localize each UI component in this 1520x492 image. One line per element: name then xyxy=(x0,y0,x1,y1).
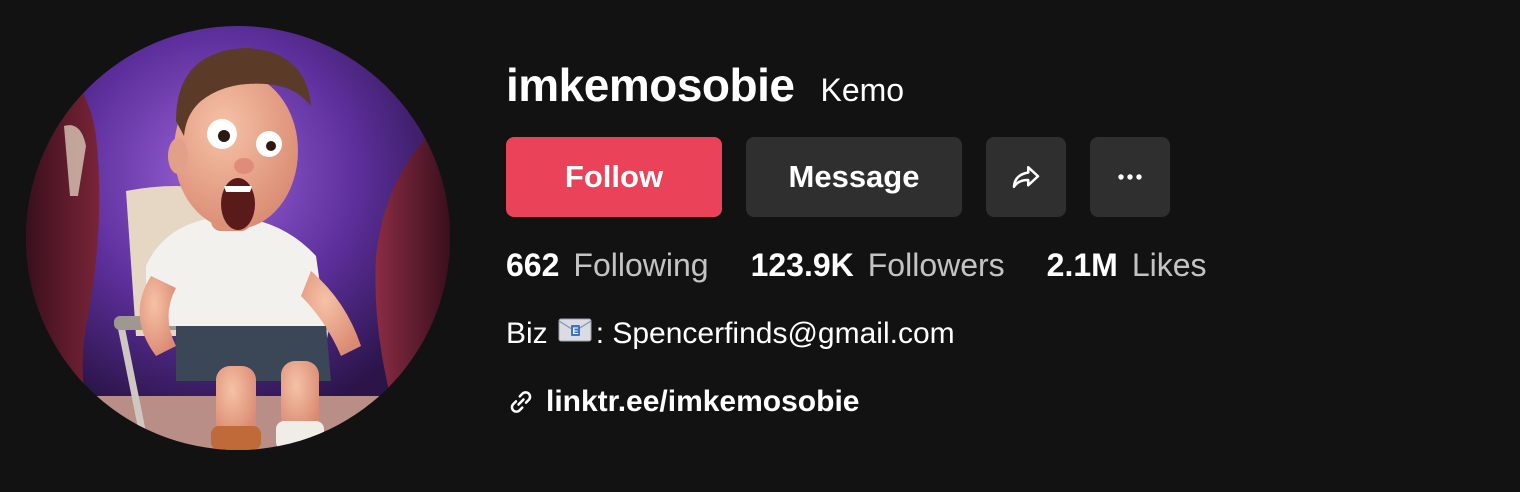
followers-stat[interactable]: 123.9K Followers xyxy=(751,247,1005,284)
following-stat[interactable]: 662 Following xyxy=(506,247,709,284)
username: imkemosobie xyxy=(506,59,795,111)
profile-link-text: linktr.ee/imkemosobie xyxy=(546,385,860,418)
bio: Biz E : Spencerfinds@gmail.com xyxy=(506,314,1249,354)
more-button[interactable] xyxy=(1090,137,1170,217)
followers-count: 123.9K xyxy=(750,247,854,283)
envelope-icon: E xyxy=(558,317,592,351)
likes-count: 2.1M xyxy=(1046,247,1118,283)
following-count: 662 xyxy=(506,247,560,283)
bio-text: : Spencerfinds@gmail.com xyxy=(595,317,955,350)
link-icon xyxy=(506,387,536,417)
svg-text:E: E xyxy=(572,326,578,336)
follow-button[interactable]: Follow xyxy=(506,137,722,217)
bio-prefix: Biz xyxy=(506,317,548,350)
nickname: Kemo xyxy=(820,72,905,108)
share-icon xyxy=(1012,165,1040,189)
name-row: imkemosobie Kemo xyxy=(506,58,1249,114)
followers-label: Followers xyxy=(867,247,1005,283)
likes-label: Likes xyxy=(1131,247,1207,283)
following-label: Following xyxy=(573,247,709,283)
profile-stats: 662 Following 123.9K Followers 2.1M Like… xyxy=(506,247,1249,284)
profile-avatar[interactable] xyxy=(26,26,450,450)
message-button[interactable]: Message xyxy=(746,137,962,217)
share-button[interactable] xyxy=(986,137,1066,217)
likes-stat: 2.1M Likes xyxy=(1047,247,1207,284)
cartoon-avatar-image xyxy=(26,26,450,450)
profile-link[interactable]: linktr.ee/imkemosobie xyxy=(506,382,1249,422)
more-icon xyxy=(1118,174,1142,180)
profile-info: imkemosobie Kemo Follow Message 662 Foll… xyxy=(506,58,1249,422)
action-bar: Follow Message xyxy=(506,137,1249,217)
